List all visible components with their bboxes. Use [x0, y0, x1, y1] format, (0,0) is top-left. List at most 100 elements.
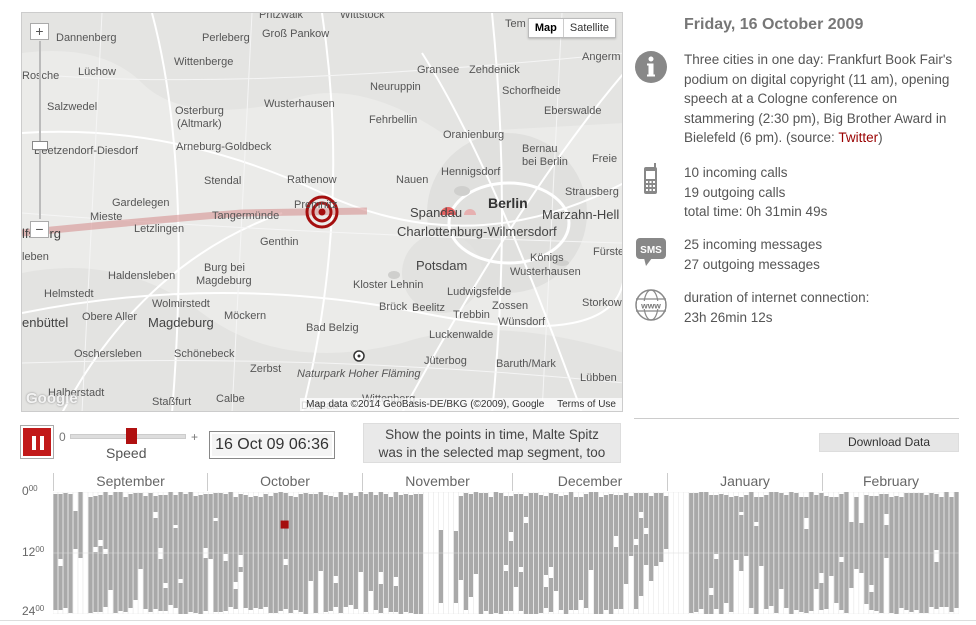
- activity-bar: [313, 494, 318, 613]
- map-type-satellite-button[interactable]: Satellite: [562, 19, 615, 37]
- activity-bar: [543, 496, 549, 608]
- activity-bar: [949, 497, 954, 612]
- activity-bar: [493, 492, 499, 613]
- activity-bar: [924, 495, 929, 613]
- activity-bar: [538, 495, 544, 613]
- activity-bar: [588, 492, 594, 570]
- activity-gap: [934, 550, 939, 562]
- hour-label-12: 1200: [22, 545, 45, 559]
- terms-of-use-link[interactable]: Terms of Use: [557, 399, 616, 410]
- www-icon-label: www: [640, 301, 661, 311]
- activity-bar: [183, 494, 188, 614]
- activity-gap: [153, 512, 158, 518]
- map-place-label: Beelitz: [412, 302, 446, 314]
- activity-bar: [523, 496, 529, 614]
- map-place-label: Premnitz: [294, 199, 338, 211]
- activity-bar: [533, 493, 539, 614]
- map-place-label: Neuruppin: [370, 81, 421, 93]
- activity-bar: [849, 522, 854, 588]
- map-place-label: Arneburg-Goldbeck: [176, 141, 272, 153]
- map-place-label: Mieste: [90, 211, 123, 223]
- activity-gap: [283, 559, 288, 565]
- map-place-label: Oranienburg: [443, 129, 505, 141]
- activity-gap: [378, 572, 383, 584]
- google-logo: Google: [26, 390, 78, 407]
- activity-bar: [754, 497, 759, 614]
- download-data-button[interactable]: Download Data: [819, 433, 959, 452]
- activity-bar: [503, 496, 509, 611]
- www-globe-icon: www: [635, 289, 667, 321]
- zoom-in-button[interactable]: +: [30, 23, 49, 40]
- zoom-control[interactable]: + −: [30, 23, 50, 238]
- activity-gap: [518, 567, 524, 572]
- map-place-label: Zerbst: [250, 363, 282, 375]
- map-place-label: Jüterbog: [424, 355, 467, 367]
- day-title: Friday, 16 October 2009: [684, 16, 864, 33]
- activity-bar: [293, 497, 298, 610]
- month-label-september: September: [53, 473, 207, 491]
- map-place-label: Eberswalde: [544, 105, 602, 117]
- activity-gap: [223, 554, 228, 561]
- map-place-label: Zossen: [492, 300, 529, 312]
- activity-bar: [734, 496, 739, 560]
- activity-gap: [503, 565, 509, 571]
- activity-gap: [213, 518, 218, 521]
- map-place-label: Osterburg: [175, 105, 224, 117]
- activity-bar: [408, 495, 413, 613]
- activity-bar: [88, 497, 93, 613]
- zoom-track[interactable]: [39, 41, 41, 219]
- activity-gap: [804, 518, 809, 529]
- activity-bar: [844, 492, 849, 613]
- activity-bar: [819, 493, 824, 610]
- activity-bar: [228, 492, 233, 607]
- activity-bar: [348, 493, 353, 605]
- activity-grid[interactable]: [53, 492, 959, 614]
- zoom-slider-handle[interactable]: [32, 141, 48, 150]
- map-place-label: Wolmirstedt: [152, 298, 210, 310]
- sms-icon: SMS: [636, 238, 666, 266]
- activity-gap: [543, 575, 549, 587]
- activity-bar: [343, 495, 348, 607]
- activity-bar: [223, 494, 228, 611]
- map-place-label: Lübben: [580, 372, 617, 384]
- show-in-segment-button[interactable]: Show the points in time, Malte Spitz was…: [363, 423, 621, 463]
- activity-bar: [393, 492, 398, 612]
- activity-bar: [573, 497, 579, 610]
- activity-gap: [839, 557, 844, 562]
- activity-bar: [473, 492, 479, 574]
- activity-bar: [498, 493, 504, 614]
- activity-bar: [73, 511, 78, 549]
- map-place-label: enbüttel: [22, 315, 69, 330]
- pause-button[interactable]: [21, 426, 53, 458]
- activity-bar: [834, 497, 839, 603]
- map-place-label: Angerm: [582, 51, 621, 63]
- activity-bar: [303, 493, 308, 614]
- activity-bar: [528, 493, 534, 614]
- activity-bar: [383, 494, 388, 608]
- activity-bar: [133, 493, 138, 600]
- twitter-source-link[interactable]: Twitter: [838, 130, 878, 145]
- speed-min-label: 0: [59, 430, 66, 444]
- activity-gap: [163, 583, 168, 588]
- month-header: September October November December January F…: [53, 473, 959, 491]
- map-place-label: Fürste: [593, 246, 623, 258]
- activity-bar: [874, 496, 879, 611]
- mobile-phone-icon: [644, 163, 657, 194]
- activity-bar: [413, 494, 419, 614]
- map-view[interactable]: Pritzwalk Wittstock Dannenberg Perleberg Gro…: [21, 12, 623, 412]
- activity-bar: [53, 494, 58, 610]
- activity-bar: [629, 496, 634, 556]
- activity-bar: [774, 492, 779, 613]
- activity-bar: [649, 496, 654, 581]
- activity-bar: [93, 496, 98, 612]
- activity-bar: [513, 494, 519, 587]
- activity-bar: [378, 492, 383, 613]
- speed-slider-handle[interactable]: [125, 428, 137, 444]
- activity-bar: [719, 494, 724, 614]
- map-type-map-button[interactable]: Map: [529, 19, 563, 37]
- activity-bar: [799, 497, 804, 612]
- zoom-out-button[interactable]: −: [30, 221, 49, 238]
- map-place-label: Obere Aller: [82, 311, 138, 323]
- activity-gap: [233, 582, 238, 589]
- map-place-label: Ludwigsfelde: [447, 286, 512, 298]
